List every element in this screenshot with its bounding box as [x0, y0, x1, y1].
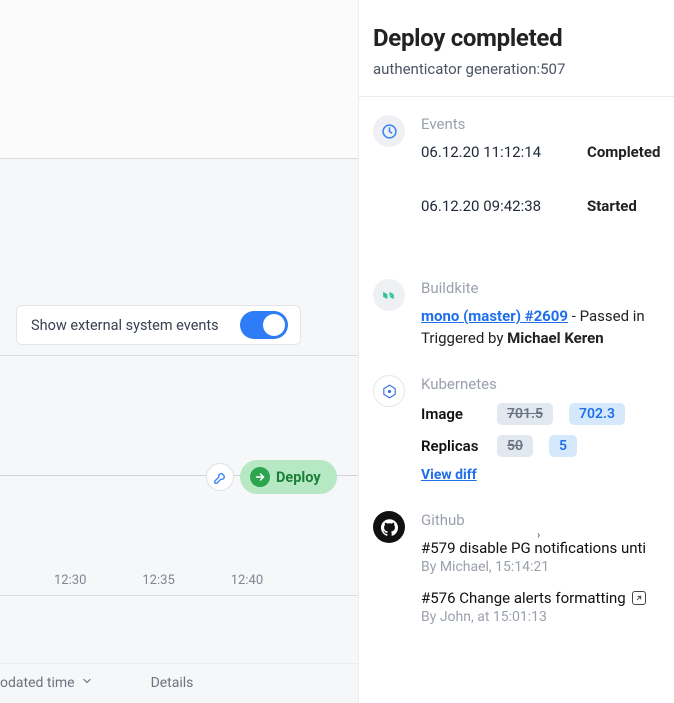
github-section: Github #579 disable PG notifications unt… — [373, 511, 674, 639]
clock-icon — [373, 115, 405, 147]
timeline-panel: Show external system events Deploy 12:30… — [0, 0, 358, 703]
graph-area-placeholder — [0, 0, 358, 159]
kubernetes-image-row: Image 701.5 702.3 — [421, 403, 674, 425]
replicas-label: Replicas — [421, 437, 487, 455]
event-row: 06.12.20 11:12:14 Completed d c — [421, 143, 674, 179]
triggered-prefix: Triggered by — [421, 329, 507, 347]
chevron-down-icon — [81, 675, 93, 691]
triggered-by-name: Michael Keren — [507, 329, 603, 347]
kubernetes-replicas-row: Replicas 50 5 — [421, 435, 674, 457]
view-diff-link[interactable]: View diff — [421, 467, 477, 483]
event-timestamp: 06.12.20 11:12:14 — [421, 143, 569, 179]
github-pr-item[interactable]: #579 disable PG notifications unti › By … — [421, 539, 674, 575]
divider — [359, 96, 674, 97]
external-events-toggle-row: Show external system events — [16, 305, 301, 345]
wrench-icon[interactable] — [206, 463, 234, 491]
timeline-ticks: 12:30 12:35 12:40 — [0, 573, 358, 588]
section-title: Buildkite — [421, 279, 674, 297]
image-label: Image — [421, 405, 487, 423]
arrow-right-icon — [250, 467, 270, 487]
buildkite-line: mono (master) #2609 - Passed in — [421, 307, 674, 325]
toggle-knob — [263, 314, 285, 336]
image-new-pill: 702.3 — [569, 403, 625, 425]
panel-title: Deploy completed — [373, 24, 674, 52]
section-title: Github — [421, 511, 674, 529]
details-panel: Deploy completed authenticator generatio… — [358, 0, 674, 703]
section-title: Events — [421, 115, 674, 133]
buildkite-build-link[interactable]: mono (master) #2609 — [421, 307, 568, 325]
replicas-new-pill: 5 — [549, 435, 577, 457]
deploy-chip-label: Deploy — [276, 469, 321, 486]
divider — [0, 595, 358, 596]
external-events-toggle-label: Show external system events — [31, 317, 219, 334]
buildkite-section: Buildkite mono (master) #2609 - Passed i… — [373, 279, 674, 347]
event-timestamp: 06.12.20 09:42:38 — [421, 197, 569, 233]
events-section: Events 06.12.20 11:12:14 Completed d c 0… — [373, 115, 674, 251]
event-status: Started — [587, 197, 669, 233]
app-root: Show external system events Deploy 12:30… — [0, 0, 674, 703]
external-events-toggle[interactable] — [240, 311, 288, 339]
event-row: 06.12.20 09:42:38 Started d s — [421, 197, 674, 233]
pr-title: #576 Change alerts formatting — [421, 589, 626, 607]
panel-subtitle: authenticator generation:507 — [373, 60, 674, 78]
column-label: Details — [151, 675, 194, 691]
section-title: Kubernetes — [421, 375, 674, 393]
event-status: Completed — [587, 143, 669, 179]
updated-time-column[interactable]: odated time — [0, 675, 93, 691]
pr-byline: By John, at 15:01:13 — [421, 609, 674, 625]
timeline-tick: 12:30 — [54, 573, 86, 588]
image-old-pill: 701.5 — [497, 403, 553, 425]
kubernetes-icon — [373, 375, 405, 407]
pr-title: #579 disable PG notifications unti › — [421, 539, 646, 557]
buildkite-suffix: - Passed in — [568, 307, 645, 325]
kubernetes-section: Kubernetes Image 701.5 702.3 Replicas 50… — [373, 375, 674, 483]
details-column[interactable]: Details — [151, 675, 194, 691]
replicas-old-pill: 50 — [497, 435, 533, 457]
divider — [0, 663, 358, 664]
pr-byline: By Michael, 15:14:21 — [421, 559, 674, 575]
timeline-tick: 12:35 — [142, 573, 174, 588]
github-pr-item[interactable]: #576 Change alerts formatting By John, a… — [421, 589, 674, 625]
github-icon — [373, 511, 405, 543]
column-label: odated time — [0, 675, 75, 691]
buildkite-triggered-by: Triggered by Michael Keren — [421, 329, 674, 347]
timeline-zone: Deploy 12:30 12:35 12:40 — [0, 355, 358, 610]
column-headers: odated time Details — [0, 675, 358, 691]
timeline-tick: 12:40 — [231, 573, 263, 588]
deploy-chip[interactable]: Deploy — [240, 460, 337, 494]
buildkite-icon — [373, 279, 405, 311]
external-link-icon — [632, 591, 646, 605]
